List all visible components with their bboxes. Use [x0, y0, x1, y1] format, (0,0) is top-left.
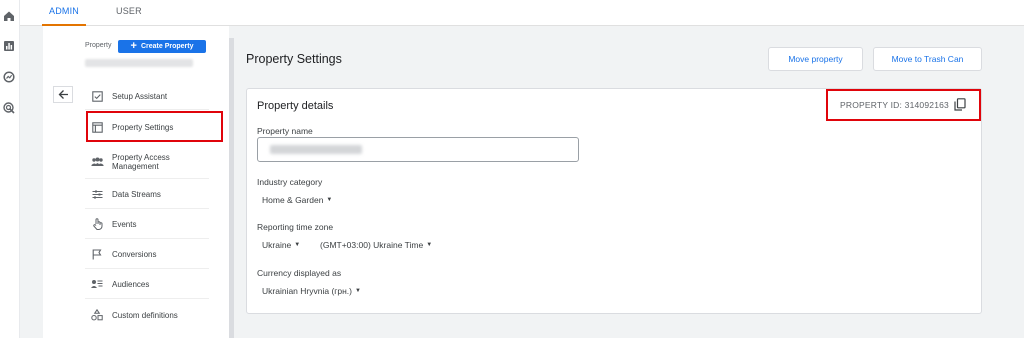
timezone-value: (GMT+03:00) Ukraine Time [320, 240, 424, 250]
streams-icon [90, 187, 104, 201]
sidebar-item-data-streams[interactable]: Data Streams [85, 182, 161, 206]
plus-icon: + [130, 40, 137, 52]
property-selector-blurred[interactable] [85, 59, 193, 67]
currency-label: Currency displayed as [257, 268, 342, 278]
move-to-trash-button[interactable]: Move to Trash Can [873, 47, 982, 71]
create-property-label: Create Property [140, 43, 194, 50]
highlight-box-property-settings [86, 111, 223, 142]
page-title: Property Settings [246, 52, 342, 66]
timezone-dropdown[interactable]: (GMT+03:00) Ukraine Time ▼ [320, 240, 432, 250]
currency-dropdown[interactable]: Ukrainian Hryvnia (грн.) ▼ [262, 286, 361, 296]
sidebar-item-label: Data Streams [112, 189, 161, 199]
create-property-button[interactable]: + Create Property [118, 40, 206, 53]
home-icon[interactable] [2, 9, 16, 23]
sidebar-item-label: Events [112, 219, 137, 229]
sidebar-item-label: Audiences [112, 279, 150, 289]
sidebar-item-custom-definitions[interactable]: Custom definitions [85, 303, 178, 327]
divider [85, 208, 209, 209]
caret-down-icon: ▼ [294, 242, 301, 248]
sidebar-item-label-line2: Management [112, 162, 159, 171]
shapes-icon [90, 308, 104, 322]
property-details-card [246, 88, 982, 314]
sidebar-item-label: Setup Assistant [112, 91, 168, 101]
tab-user[interactable]: USER [116, 0, 142, 26]
industry-category-dropdown[interactable]: Home & Garden ▼ [262, 195, 332, 205]
divider [85, 238, 209, 239]
caret-down-icon: ▼ [355, 288, 361, 294]
tab-admin[interactable]: ADMIN [42, 0, 86, 26]
card-title: Property details [257, 100, 334, 112]
reporting-timezone-label: Reporting time zone [257, 222, 334, 232]
sidebar-item-audiences[interactable]: Audiences [85, 272, 149, 296]
industry-category-label: Industry category [257, 177, 323, 187]
flag-icon [90, 247, 104, 261]
divider [85, 178, 209, 179]
back-button[interactable] [53, 86, 73, 103]
checkbox-icon [90, 89, 104, 103]
property-column-label: Property [85, 42, 112, 49]
timezone-country-value: Ukraine [262, 240, 292, 250]
sidebar-item-conversions[interactable]: Conversions [85, 242, 156, 266]
currency-value: Ukrainian Hryvnia (грн.) [262, 286, 352, 296]
top-tab-bar: ADMIN USER [20, 0, 1024, 26]
caret-down-icon: ▼ [426, 242, 433, 248]
timezone-country-dropdown[interactable]: Ukraine ▼ [262, 240, 300, 250]
audience-icon [90, 277, 104, 291]
move-property-button[interactable]: Move property [768, 47, 863, 71]
touch-icon [90, 217, 104, 231]
sidebar-scrollbar[interactable] [229, 38, 234, 338]
caret-down-icon: ▼ [326, 197, 333, 203]
divider [85, 268, 209, 269]
property-name-label: Property name [257, 126, 313, 136]
divider [85, 298, 209, 299]
sidebar-item-events[interactable]: Events [85, 212, 136, 236]
highlight-box-property-id [826, 89, 981, 121]
advertising-icon[interactable] [2, 101, 16, 115]
sidebar-item-label: Conversions [112, 249, 157, 259]
property-name-value-blurred [270, 145, 362, 154]
reports-icon[interactable] [2, 39, 16, 53]
explore-icon[interactable] [2, 70, 16, 84]
arrow-left-icon [58, 90, 68, 99]
sidebar-item-setup-assistant[interactable]: Setup Assistant [85, 84, 167, 108]
industry-category-value: Home & Garden [262, 195, 324, 205]
sidebar-item-label: Property Access [112, 153, 170, 162]
sidebar-item-label: Custom definitions [112, 310, 178, 320]
left-rail [0, 0, 20, 338]
people-icon [90, 155, 104, 169]
sidebar-item-property-access-management[interactable]: Property Access Management [85, 150, 170, 174]
divider [85, 109, 209, 110]
